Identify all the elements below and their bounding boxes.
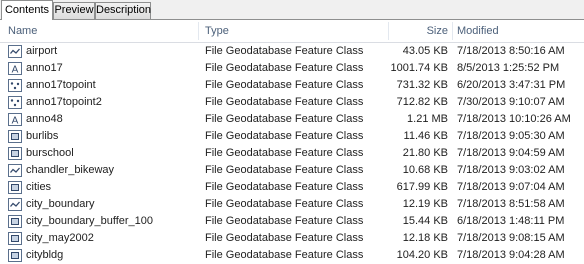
row-modified: 7/18/2013 10:10:26 AM bbox=[457, 113, 571, 125]
table-row[interactable]: citybldg File Geodatabase Feature Class 10… bbox=[0, 247, 584, 264]
row-type: File Geodatabase Feature Class bbox=[205, 62, 364, 74]
row-modified: 8/5/2013 1:25:52 PM bbox=[457, 62, 560, 74]
table-row[interactable]: Aanno17 File Geodatabase Feature Class 100… bbox=[0, 60, 584, 77]
row-modified: 7/18/2013 9:04:28 AM bbox=[457, 249, 565, 261]
row-size: 104.20 KB bbox=[396, 249, 448, 261]
row-size: 21.80 KB bbox=[402, 147, 448, 159]
row-name: city_may2002 bbox=[26, 232, 94, 244]
row-modified: 6/18/2013 1:48:11 PM bbox=[457, 215, 565, 227]
row-name: cities bbox=[26, 181, 52, 193]
tab-strip: Contents Preview Description bbox=[0, 0, 584, 20]
column-header: Name Type Size Modified bbox=[0, 20, 584, 43]
row-type: File Geodatabase Feature Class bbox=[205, 45, 364, 57]
row-name: chandler_bikeway bbox=[26, 164, 115, 176]
column-divider[interactable] bbox=[198, 22, 199, 40]
table-row[interactable]: burlibs File Geodatabase Feature Class 11.… bbox=[0, 128, 584, 145]
column-divider[interactable] bbox=[452, 22, 453, 40]
row-name: airport bbox=[26, 45, 58, 57]
row-modified: 7/18/2013 9:03:02 AM bbox=[457, 164, 565, 176]
row-type: File Geodatabase Feature Class bbox=[205, 249, 364, 261]
row-name: anno17 bbox=[26, 62, 63, 74]
row-modified: 6/20/2013 3:47:31 PM bbox=[457, 79, 566, 91]
tab-preview[interactable]: Preview bbox=[53, 2, 95, 19]
row-modified: 7/18/2013 9:07:04 AM bbox=[457, 181, 565, 193]
row-size: 15.44 KB bbox=[402, 215, 448, 227]
table-row[interactable]: airport File Geodatabase Feature Class 43.… bbox=[0, 43, 584, 60]
table-row[interactable]: burschool File Geodatabase Feature Class 2… bbox=[0, 145, 584, 162]
table-row[interactable]: cities File Geodatabase Feature Class 617.… bbox=[0, 179, 584, 196]
tab-contents[interactable]: Contents bbox=[1, 0, 53, 20]
contents-list: airport File Geodatabase Feature Class 43.… bbox=[0, 43, 584, 264]
svg-text:A: A bbox=[12, 65, 19, 76]
row-type: File Geodatabase Feature Class bbox=[205, 232, 364, 244]
row-size: 1001.74 KB bbox=[390, 62, 449, 74]
row-modified: 7/18/2013 9:04:59 AM bbox=[457, 147, 565, 159]
row-name: anno17topoint2 bbox=[26, 96, 102, 108]
svg-text:A: A bbox=[12, 116, 19, 127]
row-type: File Geodatabase Feature Class bbox=[205, 215, 364, 227]
tab-description[interactable]: Description bbox=[95, 2, 151, 19]
row-modified: 7/18/2013 9:08:15 AM bbox=[457, 232, 565, 244]
row-type: File Geodatabase Feature Class bbox=[205, 147, 364, 159]
row-size: 712.82 KB bbox=[396, 96, 448, 108]
row-type: File Geodatabase Feature Class bbox=[205, 198, 364, 210]
row-type: File Geodatabase Feature Class bbox=[205, 181, 364, 193]
row-size: 617.99 KB bbox=[396, 181, 448, 193]
row-modified: 7/18/2013 8:50:16 AM bbox=[457, 45, 565, 57]
row-size: 731.32 KB bbox=[396, 79, 448, 91]
row-size: 1.21 MB bbox=[407, 113, 448, 125]
row-size: 12.19 KB bbox=[402, 198, 448, 210]
table-row[interactable]: anno17topoint File Geodatabase Feature Cl… bbox=[0, 77, 584, 94]
row-size: 12.18 KB bbox=[402, 232, 448, 244]
row-name: anno48 bbox=[26, 113, 63, 125]
row-modified: 7/18/2013 8:51:58 AM bbox=[457, 198, 565, 210]
row-name: city_boundary_buffer_100 bbox=[26, 215, 154, 227]
row-type: File Geodatabase Feature Class bbox=[205, 79, 364, 91]
column-header-size[interactable]: Size bbox=[427, 20, 448, 42]
row-size: 43.05 KB bbox=[402, 45, 448, 57]
row-type: File Geodatabase Feature Class bbox=[205, 96, 364, 108]
row-modified: 7/30/2013 9:10:07 AM bbox=[457, 96, 565, 108]
row-size: 10.68 KB bbox=[402, 164, 448, 176]
row-name: citybldg bbox=[26, 249, 64, 261]
table-row[interactable]: anno17topoint2 File Geodatabase Feature C… bbox=[0, 94, 584, 111]
column-header-name[interactable]: Name bbox=[8, 20, 37, 42]
row-modified: 7/18/2013 9:05:30 AM bbox=[457, 130, 565, 142]
row-name: city_boundary bbox=[26, 198, 95, 210]
table-row[interactable]: city_may2002 File Geodatabase Feature Cla… bbox=[0, 230, 584, 247]
table-row[interactable]: chandler_bikeway File Geodatabase Feature… bbox=[0, 162, 584, 179]
row-size: 11.46 KB bbox=[403, 130, 448, 142]
row-type: File Geodatabase Feature Class bbox=[205, 164, 364, 176]
row-type: File Geodatabase Feature Class bbox=[205, 113, 364, 125]
column-divider[interactable] bbox=[388, 22, 389, 40]
column-header-type[interactable]: Type bbox=[205, 20, 229, 42]
row-name: anno17topoint bbox=[26, 79, 96, 91]
row-name: burlibs bbox=[26, 130, 59, 142]
table-row[interactable]: city_boundary File Geodatabase Feature Cl… bbox=[0, 196, 584, 213]
row-name: burschool bbox=[26, 147, 74, 159]
table-row[interactable]: Aanno48 File Geodatabase Feature Class 1.2… bbox=[0, 111, 584, 128]
column-header-modified[interactable]: Modified bbox=[457, 20, 499, 42]
row-type: File Geodatabase Feature Class bbox=[205, 130, 364, 142]
table-row[interactable]: city_boundary_buffer_100 File Geodatabase… bbox=[0, 213, 584, 230]
